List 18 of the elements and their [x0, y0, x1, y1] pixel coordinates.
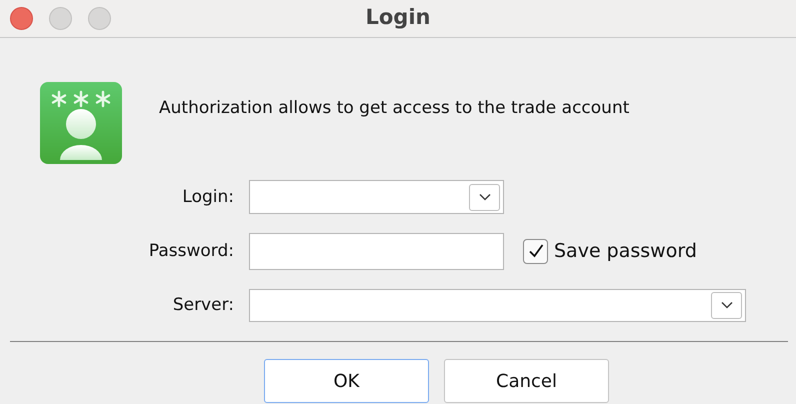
field-label: Password:	[148, 241, 235, 261]
dropdown-field[interactable]	[249, 288, 746, 322]
dialog-button[interactable]: Cancel	[444, 359, 609, 403]
password-field[interactable]	[249, 232, 504, 270]
field-label: Login:	[181, 187, 235, 207]
user-password-icon	[40, 82, 122, 164]
minimize-button[interactable]	[49, 7, 72, 30]
close-button[interactable]	[10, 7, 33, 30]
field-label: Server:	[172, 295, 235, 315]
info-text: Authorization allows to get access to the trade account	[159, 98, 630, 118]
window-title: Login	[366, 5, 430, 29]
zoom-button[interactable]	[88, 7, 111, 30]
dropdown-field[interactable]	[249, 180, 504, 214]
checkbox-label[interactable]: Save password	[554, 240, 697, 262]
checkbox[interactable]	[523, 238, 548, 264]
dialog-button[interactable]: OK	[264, 359, 429, 403]
chevron-down-icon	[720, 301, 732, 309]
chevron-down-icon	[478, 193, 490, 201]
